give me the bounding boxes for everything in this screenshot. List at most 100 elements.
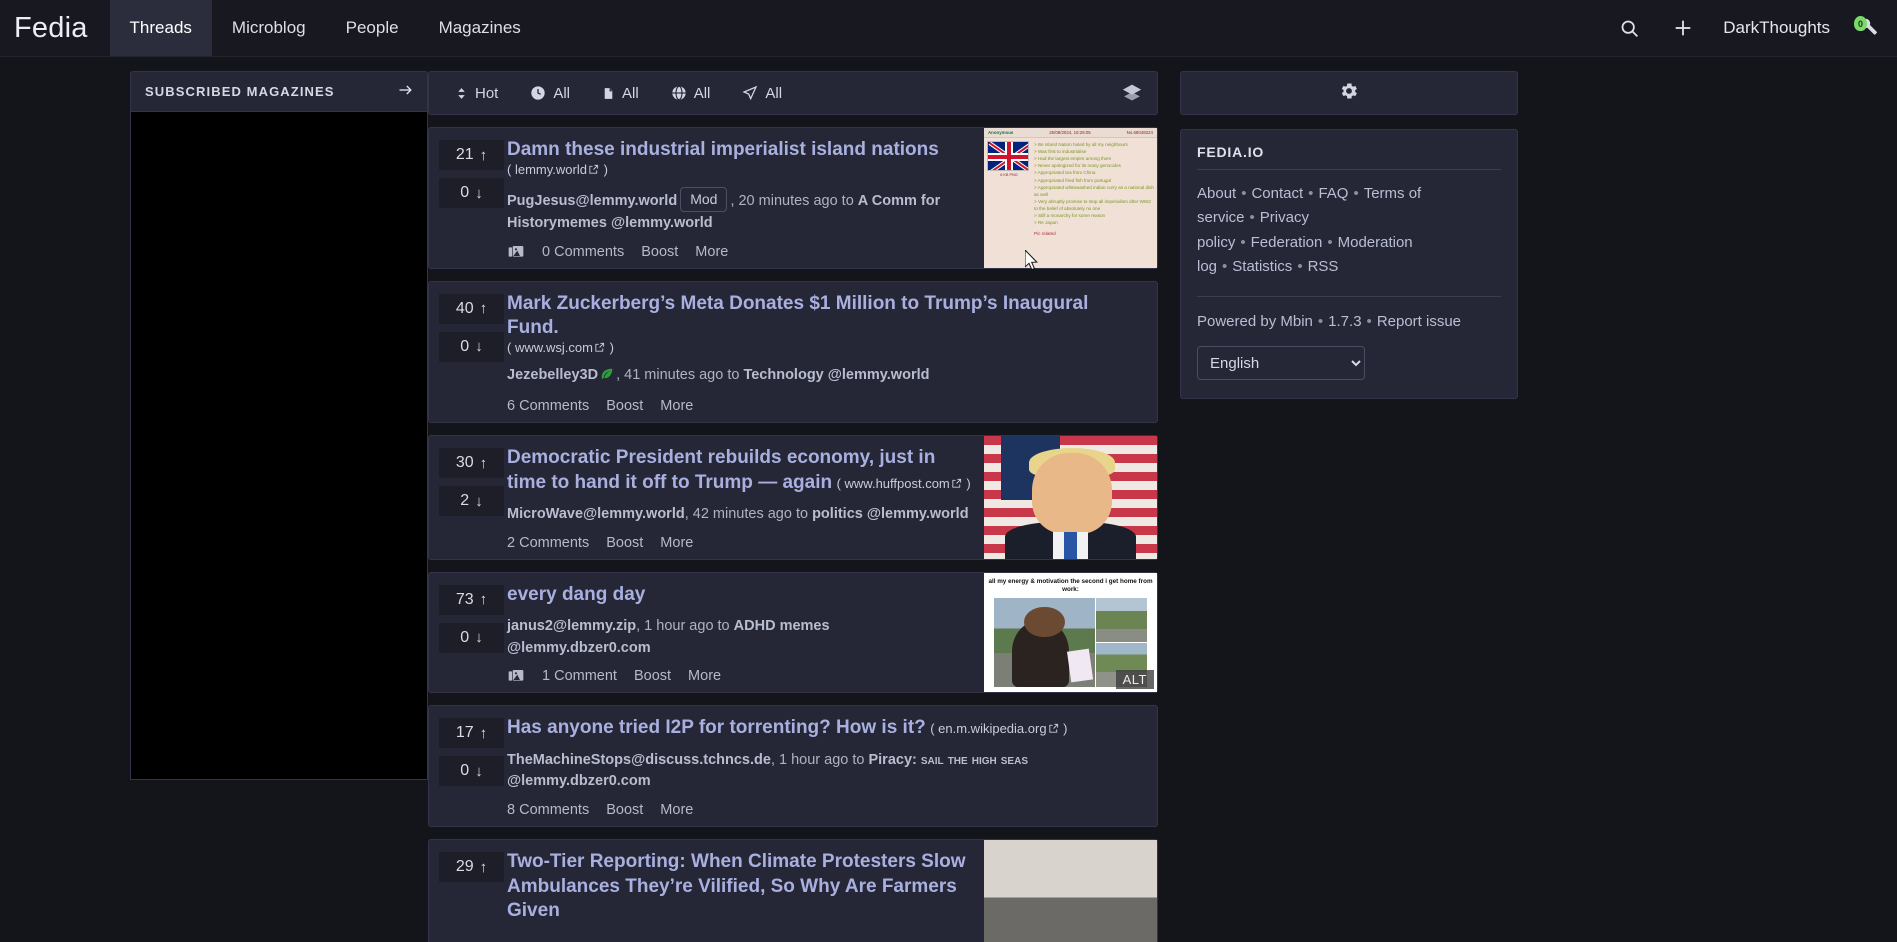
post-boost-button[interactable]: Boost	[641, 244, 678, 260]
link-statistics[interactable]: Statistics	[1232, 258, 1292, 275]
post-comments-link[interactable]: 1 Comment	[542, 668, 617, 684]
page-content: SUBSCRIBED MAGAZINES Hot All All All All…	[0, 57, 1897, 942]
arrow-right-icon[interactable]	[396, 82, 415, 101]
post-author[interactable]: TheMachineStops@discuss.tchncs.de	[507, 752, 771, 768]
vote-column: 21 ↑ 0 ↓	[429, 128, 507, 268]
post-thumbnail[interactable]: all my energy & motivation the second i …	[984, 572, 1157, 693]
downvote-button[interactable]: 0 ↓	[439, 331, 504, 362]
post-domain[interactable]: ( www.wsj.com )	[507, 340, 1145, 356]
downvote-button[interactable]: 0 ↓	[439, 756, 504, 787]
post-domain[interactable]: ( www.huffpost.com )	[837, 476, 971, 491]
link-contact[interactable]: Contact	[1251, 185, 1303, 202]
post-boost-button[interactable]: Boost	[606, 398, 643, 414]
upvote-button[interactable]: 30 ↑	[439, 448, 504, 479]
post-domain[interactable]: ( lemmy.world )	[507, 162, 972, 178]
upvote-button[interactable]: 40 ↑	[439, 293, 504, 324]
site-logo[interactable]: Fedia	[0, 0, 110, 56]
post-boost-button[interactable]: Boost	[606, 535, 643, 551]
post-comments-link[interactable]: 0 Comments	[542, 244, 624, 260]
chan-anon: Anonymous	[988, 130, 1014, 135]
post-thumbnail[interactable]: Anonymous 25/08/2024, 16:26:05 No.680483…	[984, 128, 1157, 268]
post-magazine[interactable]: Technology @lemmy.world	[743, 367, 929, 383]
arrow-up-icon: ↑	[479, 724, 488, 742]
post-title[interactable]: Damn these industrial imperialist island…	[507, 139, 939, 160]
post-title[interactable]: Two-Tier Reporting: When Climate Protest…	[507, 851, 966, 921]
post-more-button[interactable]: More	[660, 398, 693, 414]
filter-sort[interactable]: Hot	[439, 85, 514, 102]
post-comments-link[interactable]: 8 Comments	[507, 802, 589, 818]
search-icon[interactable]	[1615, 14, 1643, 42]
link-rss[interactable]: RSS	[1308, 258, 1339, 275]
post-author[interactable]: PugJesus@lemmy.world	[507, 193, 677, 209]
post-body: Damn these industrial imperialist island…	[507, 128, 984, 268]
post-author[interactable]: MicroWave@lemmy.world	[507, 506, 685, 522]
post-magazine[interactable]: politics @lemmy.world	[812, 506, 968, 522]
link-federation[interactable]: Federation	[1251, 234, 1323, 251]
nav-tab-threads[interactable]: Threads	[109, 0, 212, 56]
post-comments-link[interactable]: 2 Comments	[507, 535, 589, 551]
post-more-button[interactable]: More	[660, 535, 693, 551]
filter-federation[interactable]: All	[655, 85, 727, 102]
filter-type[interactable]: All	[586, 85, 655, 102]
upvote-button[interactable]: 21 ↑	[439, 140, 504, 170]
nav-tab-magazines[interactable]: Magazines	[419, 0, 541, 56]
post-domain[interactable]: ( en.m.wikipedia.org )	[930, 721, 1067, 736]
post-title[interactable]: Mark Zuckerberg’s Meta Donates $1 Millio…	[507, 293, 1088, 338]
upvote-button[interactable]: 17 ↑	[439, 718, 504, 749]
thumbnail-image-meme: all my energy & motivation the second i …	[984, 572, 1157, 693]
plus-icon[interactable]	[1669, 14, 1697, 42]
post-boost-button[interactable]: Boost	[606, 802, 643, 818]
post-more-button[interactable]: More	[688, 668, 721, 684]
post-thumbnail[interactable]	[984, 436, 1157, 559]
post-boost-button[interactable]: Boost	[634, 668, 671, 684]
arrow-down-icon: ↓	[475, 629, 483, 647]
nav-tab-people[interactable]: People	[326, 0, 419, 56]
separator: •	[1366, 313, 1372, 331]
post-meta: Jezebelley3D , 41 minutes ago to Technolo…	[507, 365, 1145, 389]
post-comments-link[interactable]: 6 Comments	[507, 398, 589, 414]
link-report-issue[interactable]: Report issue	[1377, 313, 1461, 330]
post-item[interactable]: 40 ↑ 0 ↓ Mark Zuckerberg’s Meta Donates $1…	[428, 280, 1158, 424]
downvote-button[interactable]: 2 ↓	[439, 486, 504, 517]
post-author[interactable]: janus2@lemmy.zip	[507, 618, 636, 634]
post-more-button[interactable]: More	[660, 802, 693, 818]
chan-line: > Still a monarchy for some reason	[1034, 213, 1106, 219]
chan-filesize: 6 KB PNG	[1000, 173, 1018, 177]
post-title[interactable]: Has anyone tried I2P for torrenting? How…	[507, 717, 926, 738]
post-domain-label: www.wsj.com	[514, 340, 593, 356]
chan-postno: No.68048324	[1126, 130, 1153, 135]
filter-time[interactable]: All	[514, 85, 586, 102]
post-thumbnail[interactable]	[984, 840, 1157, 942]
chan-date: 25/08/2024, 16:26:05	[1049, 130, 1091, 135]
link-faq[interactable]: FAQ	[1318, 185, 1348, 202]
nav-tab-microblog[interactable]: Microblog	[212, 0, 326, 56]
post-item[interactable]: 29 ↑ Two-Tier Reporting: When Climate Pro…	[428, 839, 1158, 942]
post-domain-label: www.huffpost.com	[844, 475, 950, 491]
post-item[interactable]: 30 ↑ 2 ↓ Democratic President rebuilds eco…	[428, 435, 1158, 560]
language-select[interactable]: English	[1197, 346, 1365, 381]
layers-icon[interactable]	[1121, 83, 1143, 103]
gear-icon[interactable]	[1339, 81, 1359, 106]
link-about[interactable]: About	[1197, 185, 1236, 202]
separator: •	[1327, 233, 1333, 251]
powered-by-label: Powered by Mbin	[1197, 313, 1313, 331]
post-author[interactable]: Jezebelley3D	[507, 367, 598, 383]
upvote-button[interactable]: 29 ↑	[439, 852, 504, 883]
left-sidebar: SUBSCRIBED MAGAZINES	[0, 71, 428, 942]
post-item[interactable]: 21 ↑ 0 ↓ Damn these industrial imperialist…	[428, 127, 1158, 271]
post-title[interactable]: every dang day	[507, 584, 645, 605]
clock-icon	[530, 85, 546, 101]
post-item[interactable]: 17 ↑ 0 ↓ Has anyone tried I2P for torrenti…	[428, 705, 1158, 828]
settings-button[interactable]: 0	[1854, 14, 1879, 42]
upvote-button[interactable]: 73 ↑	[439, 584, 504, 615]
post-meta: TheMachineStops@discuss.tchncs.de, 1 hou…	[507, 750, 1145, 794]
post-more-button[interactable]: More	[695, 244, 728, 260]
separator: •	[1249, 209, 1255, 227]
filter-subscription[interactable]: All	[726, 85, 798, 102]
post-item[interactable]: 73 ↑ 0 ↓ every dang day janus2@lemmy.zip, …	[428, 571, 1158, 694]
downvote-button[interactable]: 0 ↓	[439, 178, 504, 208]
alt-badge[interactable]: ALT	[1115, 670, 1154, 690]
user-menu[interactable]: DarkThoughts	[1723, 18, 1830, 38]
subscribed-magazines-list[interactable]	[130, 112, 428, 780]
downvote-button[interactable]: 0 ↓	[439, 622, 504, 653]
